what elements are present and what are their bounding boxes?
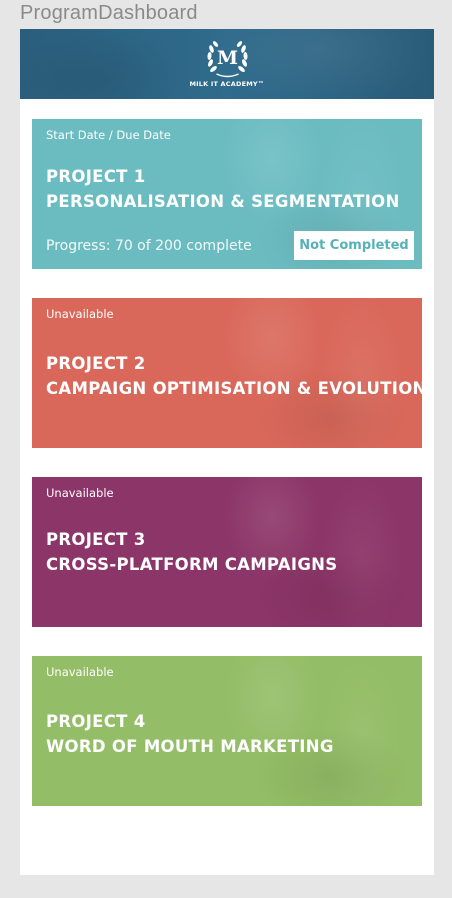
project-name: CROSS-PLATFORM CAMPAIGNS bbox=[46, 555, 338, 574]
dashboard-page: M MILK IT ACADEMY™ Start Date / Due Date… bbox=[20, 29, 434, 875]
project-card-4[interactable]: Unavailable PROJECT 4 WORD OF MOUTH MARK… bbox=[32, 656, 422, 806]
project-name: WORD OF MOUTH MARKETING bbox=[46, 737, 334, 756]
project-availability: Unavailable bbox=[46, 665, 114, 679]
project-title: PROJECT 4 WORD OF MOUTH MARKETING bbox=[46, 709, 334, 759]
project-availability: Unavailable bbox=[46, 307, 114, 321]
project-name: CAMPAIGN OPTIMISATION & EVOLUTION bbox=[46, 379, 422, 398]
artboard-title: ProgramDashboard bbox=[20, 2, 198, 24]
project-name: PERSONALISATION & SEGMENTATION bbox=[46, 192, 400, 211]
project-dates: Start Date / Due Date bbox=[46, 128, 171, 142]
project-number: PROJECT 3 bbox=[46, 530, 146, 549]
not-completed-button[interactable]: Not Completed bbox=[294, 231, 414, 260]
project-title: PROJECT 1 PERSONALISATION & SEGMENTATION bbox=[46, 164, 400, 214]
project-title: PROJECT 2 CAMPAIGN OPTIMISATION & EVOLUT… bbox=[46, 351, 422, 401]
logo-monogram: M bbox=[216, 47, 237, 69]
academy-logo[interactable]: M MILK IT ACADEMY™ bbox=[190, 39, 265, 88]
header-banner: M MILK IT ACADEMY™ bbox=[20, 29, 434, 99]
laurel-wreath-icon: M bbox=[206, 41, 248, 78]
project-card-3[interactable]: Unavailable PROJECT 3 CROSS-PLATFORM CAM… bbox=[32, 477, 422, 627]
project-title: PROJECT 3 CROSS-PLATFORM CAMPAIGNS bbox=[46, 527, 337, 577]
project-number: PROJECT 2 bbox=[46, 354, 146, 373]
logo-text: MILK IT ACADEMY™ bbox=[189, 80, 265, 88]
project-number: PROJECT 1 bbox=[46, 167, 146, 186]
project-availability: Unavailable bbox=[46, 486, 114, 500]
project-number: PROJECT 4 bbox=[46, 712, 146, 731]
progress-text: Progress: 70 of 200 complete bbox=[46, 238, 252, 254]
project-card-2[interactable]: Unavailable PROJECT 2 CAMPAIGN OPTIMISAT… bbox=[32, 298, 422, 448]
project-card-1[interactable]: Start Date / Due Date PROJECT 1 PERSONAL… bbox=[32, 119, 422, 269]
